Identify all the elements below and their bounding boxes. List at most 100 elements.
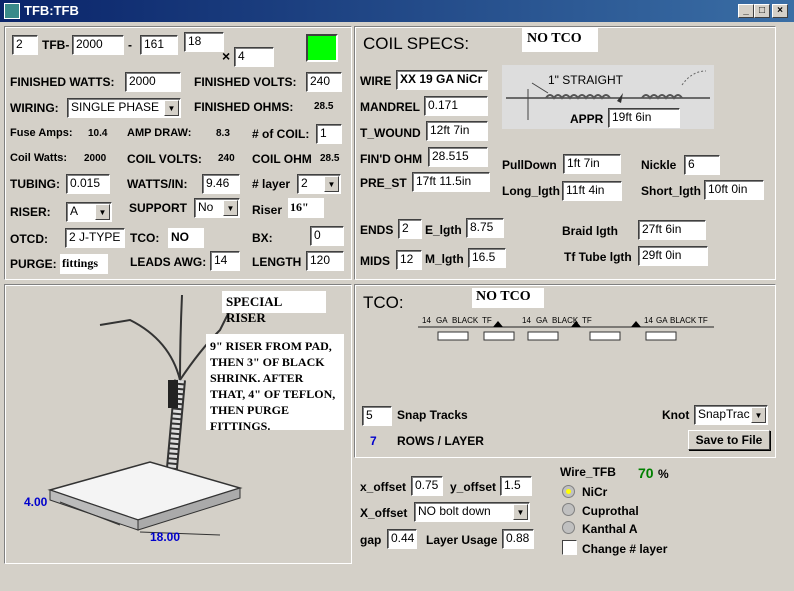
bx-input[interactable]: 0: [310, 226, 344, 246]
wiring-select[interactable]: SINGLE PHASE ▼: [67, 98, 181, 118]
dropdown-arrow-icon[interactable]: ▼: [751, 407, 766, 423]
dropdown-arrow-icon[interactable]: ▼: [513, 504, 528, 520]
minimize-button[interactable]: _: [738, 4, 754, 18]
layer-label: # layer: [252, 177, 291, 191]
wiring-value: SINGLE PHASE: [71, 100, 160, 114]
mids-input[interactable]: 12: [396, 250, 422, 270]
knot-select[interactable]: SnapTrac ▼: [694, 405, 768, 425]
m-lgth-label: M_lgth: [425, 252, 464, 266]
tco-wire-diagram: 14 GA BLACK TF 14 GA BLACK TF 14 GA BLAC…: [418, 314, 718, 346]
appr-input[interactable]: 19ft 6in: [608, 108, 680, 128]
big-x-offset-label: X_offset: [360, 506, 408, 520]
save-to-file-button[interactable]: Save to File: [688, 430, 770, 450]
coil-ohm-label: COIL OHM: [252, 152, 312, 166]
wire-input[interactable]: XX 19 GA NiCr: [396, 70, 488, 90]
dropdown-arrow-icon[interactable]: ▼: [164, 100, 179, 116]
m-lgth-input[interactable]: 16.5: [468, 248, 506, 268]
y-offset-label: y_offset: [450, 480, 497, 494]
radio-nicr[interactable]: [562, 485, 575, 498]
tco-wire-label: TF: [582, 316, 592, 325]
pulldown-label: PullDown: [502, 158, 557, 172]
riser-select[interactable]: A ▼: [66, 202, 112, 222]
braid-input[interactable]: 27ft 6in: [638, 220, 706, 240]
x-offset-input[interactable]: 0.75: [411, 476, 443, 496]
radio-kanthal[interactable]: [562, 521, 575, 534]
snap-tracks-input[interactable]: 5: [362, 406, 392, 426]
ends-label: ENDS: [360, 223, 394, 237]
mandrel-label: MANDREL: [360, 100, 420, 114]
change-layer-checkbox[interactable]: [562, 540, 577, 555]
support-select[interactable]: No ▼: [194, 198, 240, 218]
nickle-input[interactable]: 6: [684, 155, 720, 175]
find-ohm-input[interactable]: 28.515: [428, 147, 488, 167]
riser2-label: Riser: [252, 203, 283, 217]
coil-specs-title: COIL SPECS:: [363, 34, 470, 53]
support-label: SUPPORT: [129, 201, 188, 215]
height-input[interactable]: 18: [184, 32, 224, 52]
riser-dim-18: 18.00: [150, 530, 181, 544]
dropdown-arrow-icon[interactable]: ▼: [95, 204, 110, 220]
ends-input[interactable]: 2: [398, 219, 422, 239]
layer-usage-input[interactable]: 0.88: [502, 529, 534, 549]
maximize-button[interactable]: □: [754, 4, 770, 18]
bx-label: BX:: [252, 231, 273, 245]
amp-draw-label: AMP DRAW:: [127, 127, 192, 139]
long-lgth-input[interactable]: 11ft 4in: [562, 181, 622, 201]
otcd-input[interactable]: 2 J-TYPE: [65, 228, 125, 248]
short-lgth-input[interactable]: 10ft 0in: [704, 180, 764, 200]
qty-input[interactable]: 2: [12, 35, 38, 55]
coil-ohm-value: 28.5: [320, 153, 340, 164]
nickle-label: Nickle: [641, 158, 677, 172]
radio-cuprothal[interactable]: [562, 503, 575, 516]
braid-label: Braid lgth: [562, 224, 618, 238]
width-input[interactable]: 161: [140, 35, 178, 55]
multiplier-input[interactable]: 4: [234, 47, 274, 67]
mandrel-input[interactable]: 0.171: [424, 96, 488, 116]
t-wound-input[interactable]: 12ft 7in: [426, 121, 488, 141]
tco-label: TCO:: [130, 231, 160, 245]
leads-awg-input[interactable]: 14: [210, 251, 240, 271]
status-indicator: [306, 34, 338, 62]
purge-value: fittings: [60, 254, 108, 274]
length-input[interactable]: 2000: [72, 35, 124, 55]
riser-dim-4: 4.00: [24, 495, 48, 509]
close-button[interactable]: ×: [772, 4, 788, 18]
dropdown-arrow-icon[interactable]: ▼: [223, 200, 238, 216]
tubing-label: TUBING:: [10, 177, 60, 191]
dropdown-arrow-icon[interactable]: ▼: [324, 176, 339, 192]
num-coil-input[interactable]: 1: [316, 124, 342, 144]
watts-in-input[interactable]: 9.46: [202, 174, 240, 194]
e-lgth-input[interactable]: 8.75: [466, 218, 504, 238]
layer-select[interactable]: 2 ▼: [297, 174, 341, 194]
gap-input[interactable]: 0.44: [387, 529, 417, 549]
tco-title: TCO:: [363, 293, 404, 312]
length-input-field[interactable]: 120: [306, 251, 344, 271]
change-layer-label: Change # layer: [582, 542, 668, 556]
riser-label: RISER:: [10, 205, 51, 219]
tubing-input[interactable]: 0.015: [66, 174, 110, 194]
tco-wire-label: TF: [698, 316, 708, 325]
pulldown-input[interactable]: 1ft 7in: [563, 154, 621, 174]
radio-cuprothal-label: Cuprothal: [582, 504, 639, 518]
layer-usage-label: Layer Usage: [426, 533, 498, 547]
special-riser-title: SPECIAL RISER: [222, 291, 326, 325]
pre-st-input[interactable]: 17ft 11.5in: [412, 172, 490, 192]
big-x-offset-value: NO bolt down: [418, 504, 491, 518]
coil-watts-value: 2000: [84, 153, 107, 164]
y-offset-input[interactable]: 1.5: [500, 476, 532, 496]
otcd-label: OTCD:: [10, 232, 48, 246]
finished-volts-input[interactable]: 240: [306, 72, 342, 92]
window-title: TFB:TFB: [24, 3, 79, 18]
knot-value: SnapTrac: [698, 407, 750, 421]
wire-tfb-percent-sign: %: [658, 467, 669, 481]
tf-tube-input[interactable]: 29ft 0in: [638, 246, 708, 266]
short-lgth-label: Short_lgth: [641, 184, 701, 198]
fuse-amps-value: 10.4: [88, 128, 108, 139]
finished-watts-input[interactable]: 2000: [125, 72, 181, 92]
big-x-offset-select[interactable]: NO bolt down ▼: [414, 502, 530, 522]
length-label: LENGTH: [252, 255, 302, 269]
wire-tfb-percent: 70: [638, 465, 654, 481]
rows-label: ROWS / LAYER: [397, 434, 484, 448]
riser-value: A: [70, 204, 79, 218]
coil-tco-note: NO TCO: [522, 28, 598, 52]
